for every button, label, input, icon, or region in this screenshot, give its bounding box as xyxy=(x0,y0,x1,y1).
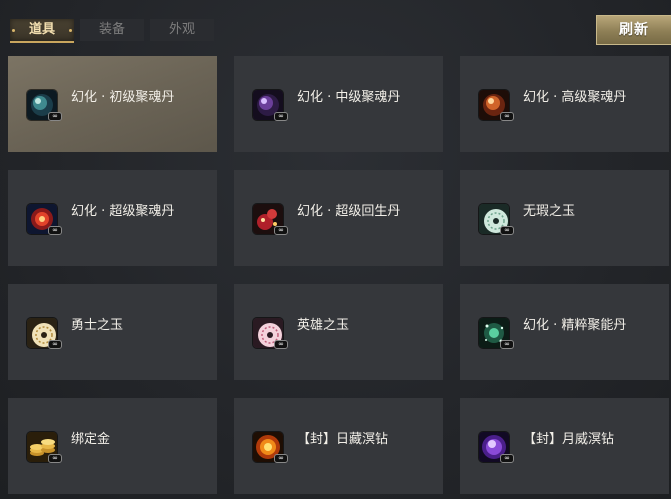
tab-items[interactable]: 道具 xyxy=(10,19,74,43)
shop-panel: 道具 装备 外观 刷新 ∞ 幻化 · 初级聚魂丹 ∞ 幻化 · 中级聚魂丹 ∞ … xyxy=(0,0,671,499)
infinity-badge-icon: ∞ xyxy=(500,454,514,463)
item-card[interactable]: ∞ 幻化 · 超级聚魂丹 xyxy=(8,170,217,266)
item-card[interactable]: ∞ 绑定金 xyxy=(8,398,217,494)
item-name: 幻化 · 高级聚魂丹 xyxy=(523,90,627,105)
infinity-badge-icon: ∞ xyxy=(500,112,514,121)
item-card[interactable]: ∞ 【封】月威溟钻 xyxy=(460,398,669,494)
item-card[interactable]: ∞ 英雄之玉 xyxy=(234,284,443,380)
item-card[interactable]: ∞ 幻化 · 初级聚魂丹 xyxy=(8,56,217,152)
item-name: 幻化 · 初级聚魂丹 xyxy=(71,90,175,105)
infinity-badge-icon: ∞ xyxy=(500,226,514,235)
item-name: 幻化 · 超级回生丹 xyxy=(297,204,401,219)
background-watermark xyxy=(270,380,530,400)
infinity-badge-icon: ∞ xyxy=(48,226,62,235)
infinity-badge-icon: ∞ xyxy=(274,112,288,121)
tab-equipment[interactable]: 装备 xyxy=(80,19,144,41)
infinity-badge-icon: ∞ xyxy=(48,454,62,463)
item-name: 【封】月威溟钻 xyxy=(523,432,615,447)
tab-appearance[interactable]: 外观 xyxy=(150,19,214,41)
refresh-button[interactable]: 刷新 xyxy=(596,15,671,45)
item-card[interactable]: ∞ 幻化 · 超级回生丹 xyxy=(234,170,443,266)
infinity-badge-icon: ∞ xyxy=(274,340,288,349)
item-card[interactable]: ∞ 幻化 · 精粹聚能丹 xyxy=(460,284,669,380)
infinity-badge-icon: ∞ xyxy=(500,340,514,349)
item-name: 无瑕之玉 xyxy=(523,204,576,219)
item-name: 幻化 · 超级聚魂丹 xyxy=(71,204,175,219)
item-card[interactable]: ∞ 幻化 · 中级聚魂丹 xyxy=(234,56,443,152)
item-card[interactable]: ∞ 幻化 · 高级聚魂丹 xyxy=(460,56,669,152)
item-name: 勇士之玉 xyxy=(71,318,124,333)
infinity-badge-icon: ∞ xyxy=(274,226,288,235)
item-name: 绑定金 xyxy=(71,432,111,447)
item-name: 英雄之玉 xyxy=(297,318,350,333)
infinity-badge-icon: ∞ xyxy=(48,340,62,349)
item-card[interactable]: ∞ 无瑕之玉 xyxy=(460,170,669,266)
item-name: 幻化 · 精粹聚能丹 xyxy=(523,318,627,333)
category-tabs: 道具 装备 外观 xyxy=(0,0,671,48)
item-card[interactable]: ∞ 【封】日藏溟钻 xyxy=(234,398,443,494)
infinity-badge-icon: ∞ xyxy=(48,112,62,121)
item-name: 【封】日藏溟钻 xyxy=(297,432,389,447)
infinity-badge-icon: ∞ xyxy=(274,454,288,463)
item-card[interactable]: ∞ 勇士之玉 xyxy=(8,284,217,380)
item-name: 幻化 · 中级聚魂丹 xyxy=(297,90,401,105)
